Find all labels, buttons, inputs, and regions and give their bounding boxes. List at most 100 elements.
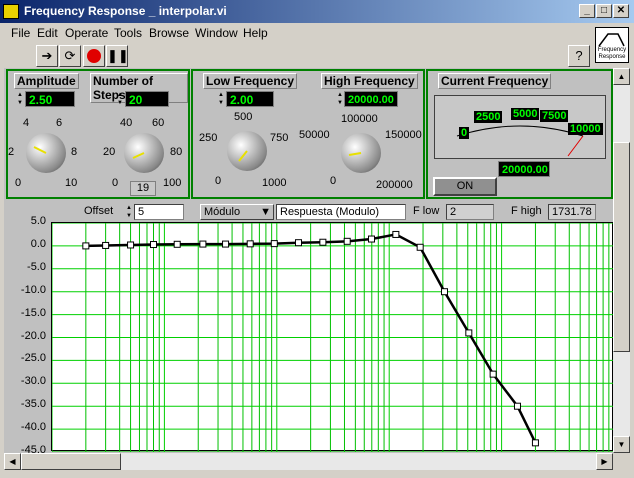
frequency-range-cluster: Low Frequency ▲ ▼ 2.00 500 250 750 0 1000… [191,69,425,199]
amplitude-tick: 2 [8,146,15,158]
menu-browse[interactable]: Browse [149,26,189,40]
labview-icon [3,4,19,19]
high-frequency-tick: 150000 [385,129,422,141]
front-panel: Amplitude ▲ ▼ 2.50 4 6 2 8 0 10 Number of… [4,68,614,465]
low-frequency-tick: 250 [199,132,218,144]
data-point [270,240,278,248]
low-frequency-tick: 500 [234,111,253,123]
low-frequency-value[interactable]: 2.00 [226,91,274,107]
horizontal-scroll-thumb[interactable] [21,453,121,470]
steps-tick: 0 [112,177,119,189]
data-point [416,243,424,251]
toolbar: ➔ ⟳ ❚❚ ? [0,43,634,69]
mode-select[interactable]: Módulo ▼ [200,204,274,220]
maximize-button[interactable]: □ [596,4,612,18]
data-point [150,241,158,249]
abort-icon[interactable] [83,45,105,67]
data-point [319,238,327,246]
high-frequency-tick: 100000 [341,113,378,125]
steps-incdec[interactable]: ▲ ▼ [116,91,124,107]
window-title: Frequency Response _ interpolar.vi [24,4,227,18]
steps-tick: 60 [152,117,165,129]
low-frequency-incdec[interactable]: ▲ ▼ [217,91,225,107]
high-frequency-knob-needle [348,152,362,156]
data-point [222,240,230,248]
fhigh-label: F high [511,205,542,217]
current-frequency-label: Current Frequency [438,73,552,89]
graph-controls: Offset ▲ ▼ 5 Módulo ▼ Respuesta (Modulo) F… [4,202,613,222]
vi-panel-icon-label: Frequency Response [597,47,627,60]
scroll-down-icon[interactable]: ▼ [613,436,630,453]
steps-tick: 100 [163,177,182,189]
data-point [343,237,351,245]
amplitude-value[interactable]: 2.50 [25,91,75,107]
meter-scale-label: 0 [459,127,470,139]
menu-file[interactable]: File [11,26,30,40]
amplitude-tick: 4 [23,117,30,129]
data-point [392,230,400,238]
steps-value[interactable]: 20 [125,91,169,107]
high-frequency-incdec[interactable]: ▲ ▼ [336,91,344,107]
low-frequency-knob-needle [238,150,248,162]
y-tick-label: -15.0 [20,306,46,319]
offset-input[interactable]: 5 [134,204,184,220]
menu-edit[interactable]: Edit [37,26,58,40]
vertical-scrollbar[interactable]: ▲ ▼ [613,68,630,453]
data-point [531,439,539,447]
minimize-button[interactable]: _ [579,4,595,18]
horizontal-scrollbar[interactable]: ◀ ▶ [4,453,613,470]
amplitude-incdec[interactable]: ▲ ▼ [16,91,24,107]
y-tick-label: 0.0 [30,237,46,250]
offset-incdec[interactable]: ▲ ▼ [125,204,133,220]
vertical-scroll-thumb[interactable] [613,142,630,352]
data-point [513,402,521,410]
menu-bar: File Edit Operate Tools Browse Window He… [0,23,634,43]
flow-label: F low [413,205,440,217]
data-point [295,239,303,247]
low-frequency-tick: 1000 [262,177,287,189]
data-point [199,240,207,248]
y-tick-label: -30.0 [20,375,46,388]
scroll-left-icon[interactable]: ◀ [4,453,21,470]
mode-select-value: Módulo [204,206,241,218]
high-frequency-value[interactable]: 20000.00 [344,91,398,107]
on-button[interactable]: ON [433,177,497,196]
data-point [489,370,497,378]
amplitude-steps-cluster: Amplitude ▲ ▼ 2.50 4 6 2 8 0 10 Number of… [6,69,190,199]
steps-knob-needle [132,152,145,159]
menu-operate[interactable]: Operate [65,26,108,40]
menu-window[interactable]: Window [195,26,238,40]
close-button[interactable]: ✕ [613,4,629,18]
scroll-right-icon[interactable]: ▶ [596,453,613,470]
low-frequency-label: Low Frequency [203,73,298,89]
pause-icon[interactable]: ❚❚ [106,45,129,67]
menu-help[interactable]: Help [243,26,268,40]
high-frequency-tick: 0 [330,175,337,187]
data-point [246,240,254,248]
resize-grip[interactable] [613,453,630,470]
flow-value: 2 [446,204,494,220]
amplitude-tick: 8 [71,146,78,158]
current-frequency-meter: 0 2500 5000 7500 10000 [434,95,606,159]
menu-tools[interactable]: Tools [114,26,142,40]
offset-label: Offset [84,205,114,217]
y-tick-label: -35.0 [20,398,46,411]
y-tick-label: -40.0 [20,421,46,434]
help-icon[interactable]: ? [568,45,590,67]
y-tick-label: -10.0 [20,283,46,296]
high-frequency-label: High Frequency [321,73,418,89]
data-point [440,288,448,296]
amplitude-tick: 6 [56,117,63,129]
graph-svg [51,222,614,453]
run-continuously-icon[interactable]: ⟳ [59,45,81,67]
scroll-up-icon[interactable]: ▲ [613,68,630,85]
amplitude-knob-needle [33,146,47,154]
amplitude-tick: 0 [15,177,22,189]
steps-tick: 40 [120,117,133,129]
amplitude-label: Amplitude [14,73,79,89]
meter-scale-label: 5000 [511,108,540,120]
steps-tick: 20 [103,146,116,158]
y-tick-label: -25.0 [20,352,46,365]
vi-panel-icon: Frequency Response [595,27,629,63]
run-arrow-icon[interactable]: ➔ [36,45,58,67]
